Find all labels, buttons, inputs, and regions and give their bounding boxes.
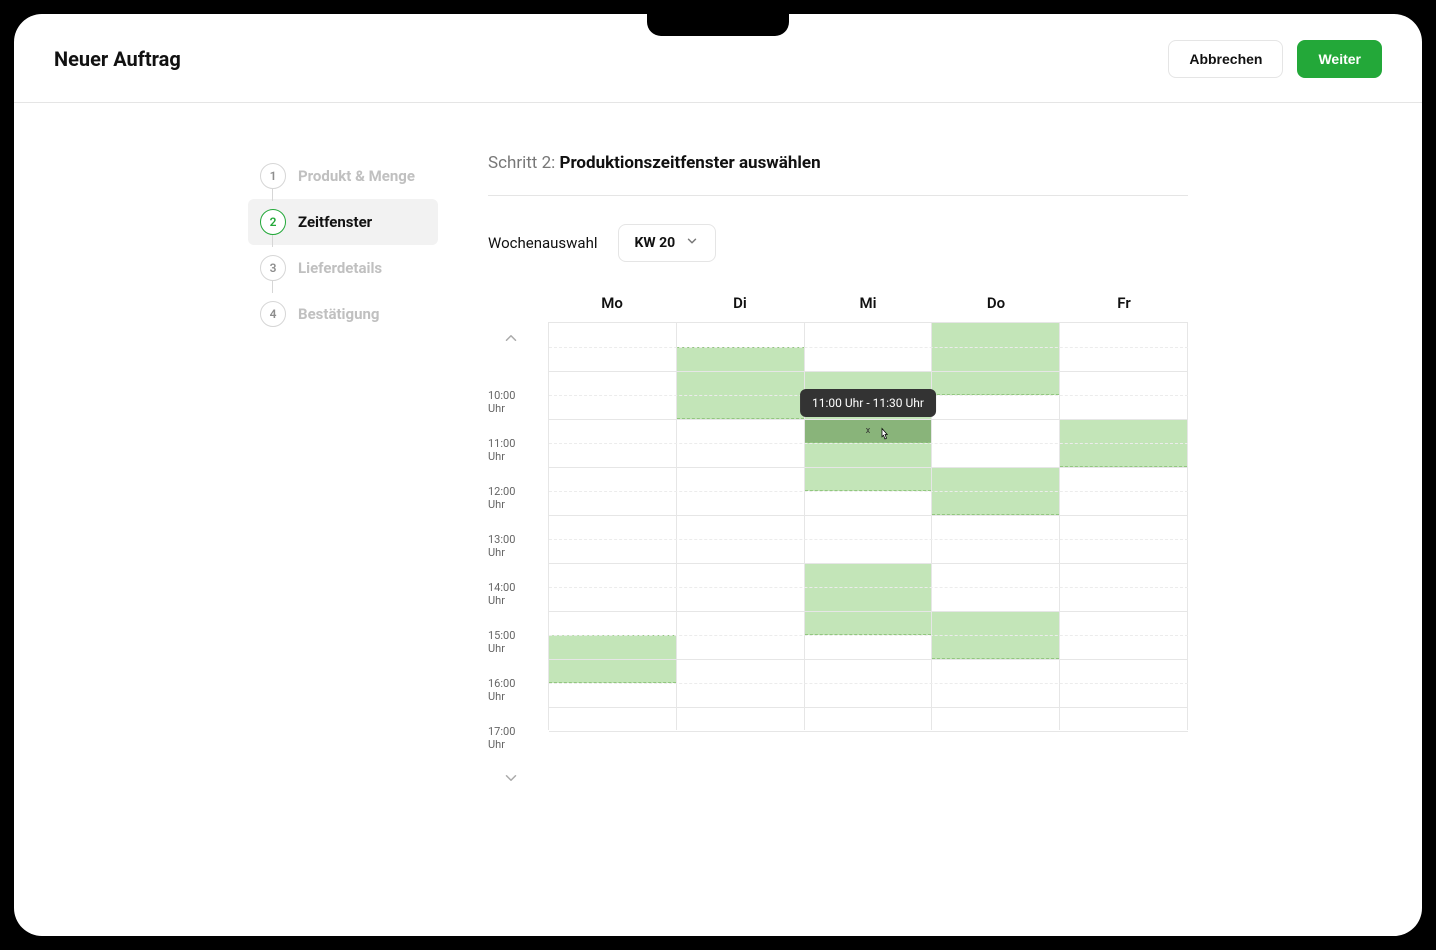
step-label: Produkt & Menge (298, 167, 415, 185)
cancel-button[interactable]: Abbrechen (1168, 40, 1283, 78)
step-label: Lieferdetails (298, 259, 382, 277)
day-column (677, 323, 805, 730)
step-number: 3 (260, 255, 286, 281)
next-button[interactable]: Weiter (1297, 40, 1382, 78)
time-label: 10:00 Uhr (488, 378, 534, 426)
step-label: Bestätigung (298, 305, 379, 323)
day-column (932, 323, 1060, 730)
stepper-item-4[interactable]: 4 Bestätigung (248, 291, 438, 337)
step-prefix: Schritt 2: (488, 153, 555, 173)
day-header: Di (676, 294, 804, 312)
available-timeslot[interactable] (677, 347, 804, 419)
scroll-down-icon[interactable] (499, 766, 523, 790)
time-label: 16:00 Uhr (488, 666, 534, 714)
time-label: 13:00 Uhr (488, 522, 534, 570)
day-header: Do (932, 294, 1060, 312)
step-label: Zeitfenster (298, 213, 372, 231)
step-number: 2 (260, 209, 286, 235)
time-label: 11:00 Uhr (488, 426, 534, 474)
day-header: Mi (804, 294, 932, 312)
day-header: Mo (548, 294, 676, 312)
stepper-nav: 1 Produkt & Menge 2 Zeitfenster 3 Lieferdetai… (248, 153, 438, 794)
available-timeslot[interactable] (1060, 419, 1187, 467)
step-title: Produktionszeitfenster auswählen (559, 153, 820, 173)
scroll-up-icon[interactable] (499, 326, 523, 350)
day-column: x11:00 Uhr - 11:30 Uhr (805, 323, 933, 730)
week-select[interactable]: KW 20 (618, 224, 717, 262)
time-label: 14:00 Uhr (488, 570, 534, 618)
section-title: Schritt 2: Produktionszeitfenster auswäh… (488, 153, 1188, 196)
step-number: 4 (260, 301, 286, 327)
stepper-item-2[interactable]: 2 Zeitfenster (248, 199, 438, 245)
chevron-down-icon (685, 234, 699, 252)
time-label: 15:00 Uhr (488, 618, 534, 666)
calendar-grid[interactable]: x 11:00 Uhr - 11:30 Uhr (548, 322, 1188, 730)
step-number: 1 (260, 163, 286, 189)
stepper-item-3[interactable]: 3 Lieferdetails (248, 245, 438, 291)
page-title: Neuer Auftrag (54, 47, 181, 71)
week-value: KW 20 (635, 235, 676, 251)
stepper-item-1[interactable]: 1 Produkt & Menge (248, 153, 438, 199)
day-header: Fr (1060, 294, 1188, 312)
timeslot-tooltip: 11:00 Uhr - 11:30 Uhr (800, 389, 936, 417)
day-column (1060, 323, 1188, 730)
time-label: 12:00 Uhr (488, 474, 534, 522)
day-column (549, 323, 677, 730)
available-timeslot[interactable] (549, 635, 676, 683)
selected-timeslot[interactable]: x (805, 419, 932, 443)
available-timeslot[interactable] (932, 323, 1059, 395)
close-icon[interactable]: x (866, 426, 870, 436)
available-timeslot[interactable] (805, 563, 932, 635)
week-label: Wochenauswahl (488, 234, 598, 252)
device-notch (647, 14, 789, 36)
available-timeslot[interactable] (932, 467, 1059, 515)
calendar: MoDiMiDoFr 10:00 Uhr11:00 Uhr12:00 Uhr13:… (488, 294, 1188, 794)
time-label: 17:00 Uhr (488, 714, 534, 762)
available-timeslot[interactable] (932, 611, 1059, 659)
